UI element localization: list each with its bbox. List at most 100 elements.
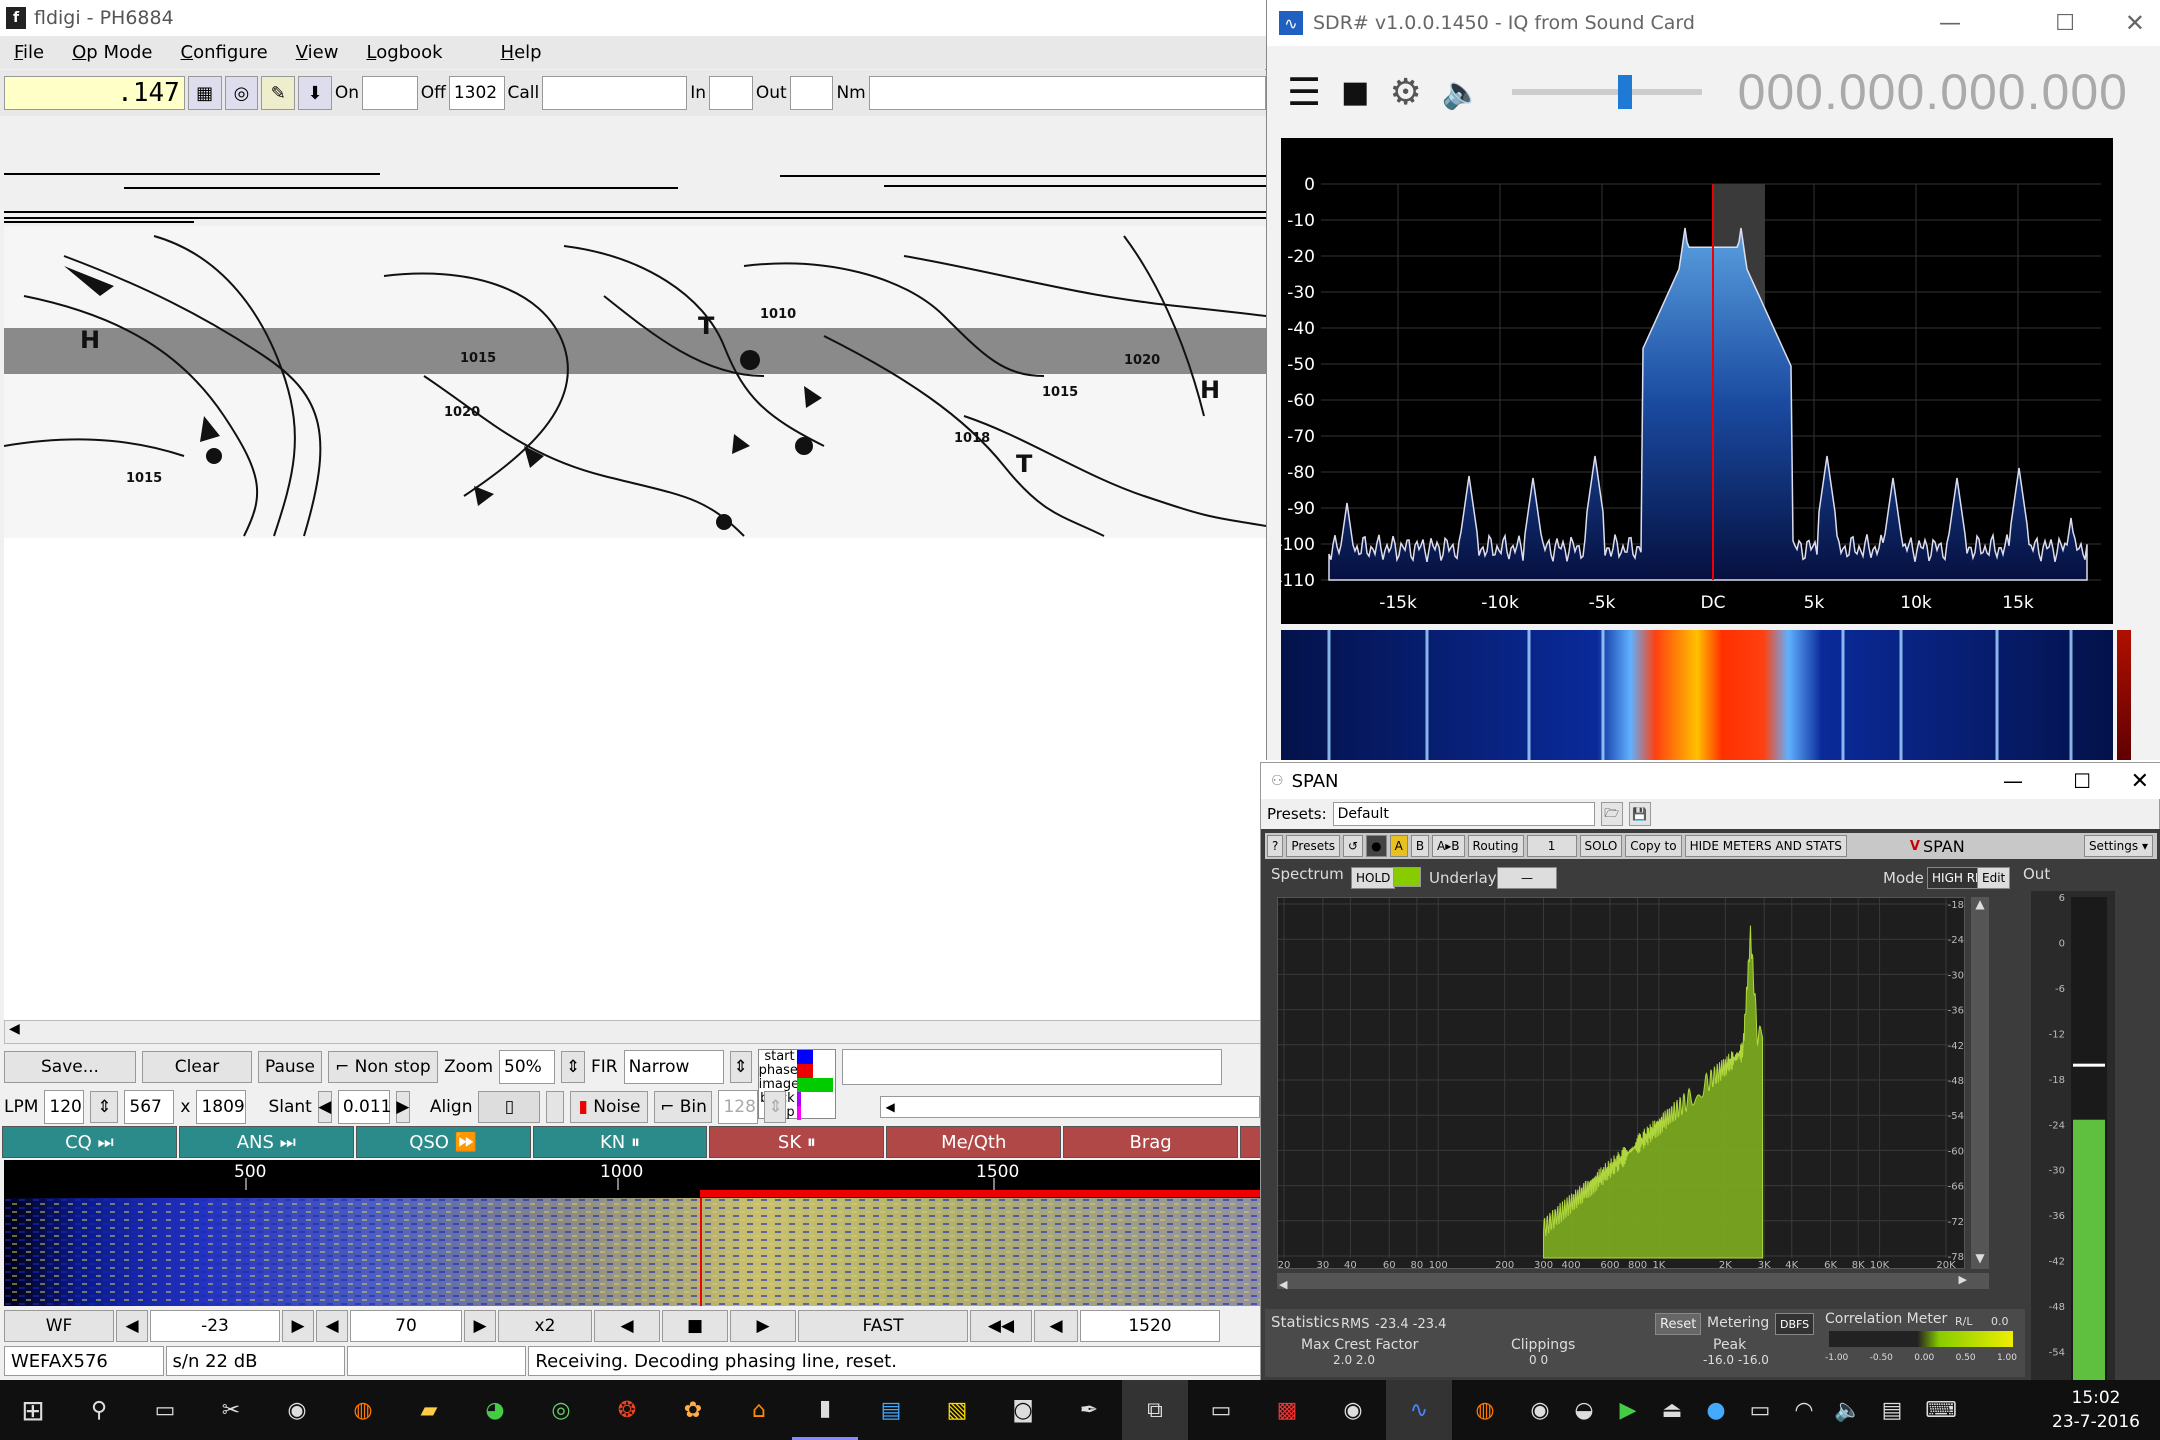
state-a-button[interactable]: A bbox=[1389, 835, 1408, 857]
save-log-icon[interactable]: ⬇ bbox=[298, 76, 332, 110]
tray-sync-icon[interactable]: ● bbox=[1694, 1380, 1738, 1440]
minimize-icon[interactable]: — bbox=[1939, 11, 1961, 36]
save-preset-icon[interactable]: 💾 bbox=[1628, 802, 1651, 826]
routing-button[interactable]: Routing bbox=[1467, 835, 1524, 857]
volume-icon[interactable]: 🔈 bbox=[1826, 1380, 1870, 1440]
span-vertical-scrollbar[interactable]: ▲ ▼ bbox=[1971, 897, 1989, 1269]
scroll-right-icon[interactable]: ▶ bbox=[1959, 1273, 1967, 1286]
frequency-display[interactable]: .147 bbox=[4, 76, 185, 110]
menu-file[interactable]: File bbox=[0, 42, 58, 63]
speaker-icon[interactable]: 🔈 bbox=[1442, 73, 1482, 111]
scroll-left-icon[interactable]: ◀ bbox=[9, 1021, 20, 1037]
volume-slider-thumb[interactable] bbox=[1617, 75, 1632, 109]
task-view-icon[interactable]: ▭ bbox=[132, 1380, 198, 1440]
image-width-field[interactable]: 567 bbox=[124, 1090, 175, 1124]
fir-select[interactable]: Narrow bbox=[623, 1050, 724, 1084]
scroll-down-icon[interactable]: ▼ bbox=[1971, 1251, 1989, 1269]
copy-to-button[interactable]: Copy to bbox=[1625, 835, 1682, 857]
macro-qso-button[interactable]: QSO ⏩ bbox=[355, 1126, 531, 1158]
maximize-icon[interactable]: ☐ bbox=[2073, 769, 2091, 793]
reset-stats-button[interactable]: Reset bbox=[1655, 1313, 1702, 1335]
zoom-stepper-icon[interactable]: ⇕ bbox=[561, 1051, 586, 1083]
solo-button[interactable]: SOLO bbox=[1579, 835, 1623, 857]
group-field[interactable]: 1 bbox=[1526, 835, 1577, 857]
qsy-icon[interactable]: ▦ bbox=[187, 76, 222, 110]
edit-button[interactable]: Edit bbox=[1977, 867, 2011, 889]
clear-button[interactable]: Clear bbox=[142, 1051, 252, 1083]
menu-logbook[interactable]: Logbook bbox=[352, 42, 456, 63]
spectrum-color-swatch[interactable] bbox=[1393, 867, 1421, 887]
slant-right-icon[interactable]: ▶ bbox=[395, 1091, 410, 1123]
wf-mode-button[interactable]: WF bbox=[4, 1310, 114, 1342]
fir-stepper-icon[interactable]: ⇕ bbox=[729, 1051, 752, 1083]
macro-ans-button[interactable]: ANS ⏭ bbox=[178, 1126, 354, 1158]
noise-toggle[interactable]: ▮ Noise bbox=[570, 1091, 649, 1123]
snipping-tool-icon[interactable]: ✂ bbox=[198, 1380, 264, 1440]
image-height-field[interactable]: 1809 bbox=[196, 1090, 247, 1124]
tray-usb-icon[interactable]: ⏏ bbox=[1650, 1380, 1694, 1440]
pause-button[interactable]: Pause bbox=[258, 1051, 322, 1083]
step-back-icon[interactable]: ◀ bbox=[1034, 1310, 1078, 1342]
scroll-left-icon[interactable]: ◀ bbox=[885, 1100, 894, 1114]
rst-out-field[interactable] bbox=[789, 76, 834, 110]
name-field[interactable] bbox=[868, 76, 1267, 110]
menu-configure[interactable]: Configure bbox=[167, 42, 282, 63]
call-field[interactable] bbox=[542, 76, 688, 110]
minimize-icon[interactable]: — bbox=[2003, 769, 2023, 793]
macro-kn-button[interactable]: KN ⏸ bbox=[532, 1126, 708, 1158]
bin-threshold-field[interactable]: 128 bbox=[718, 1090, 759, 1124]
image-horizontal-scrollbar[interactable]: ◀ bbox=[4, 1020, 1266, 1044]
macro-meqth-button[interactable]: Me/Qth bbox=[886, 1126, 1062, 1158]
wifi-icon[interactable]: ◠ bbox=[1782, 1380, 1826, 1440]
chrome-icon[interactable]: ◕ bbox=[462, 1380, 528, 1440]
app-red-icon[interactable]: ▩ bbox=[1254, 1380, 1320, 1440]
app-swirl-icon[interactable]: ❂ bbox=[594, 1380, 660, 1440]
scroll-left-icon[interactable]: ◀ bbox=[1277, 1278, 1287, 1291]
wf-left-icon[interactable]: ◀ bbox=[594, 1310, 660, 1342]
globe-icon[interactable]: ◎ bbox=[224, 76, 259, 110]
sdrsharp-taskbar-icon[interactable]: ∿ bbox=[1386, 1380, 1452, 1440]
stop-icon[interactable]: ■ bbox=[1341, 75, 1369, 110]
wf-zoom-button[interactable]: x2 bbox=[498, 1310, 592, 1342]
lpm-field[interactable]: 120 bbox=[44, 1090, 85, 1124]
ref-up-icon[interactable]: ▶ bbox=[282, 1310, 314, 1342]
tray-app-icon[interactable]: ◒ bbox=[1562, 1380, 1606, 1440]
maximize-icon[interactable]: ☐ bbox=[2055, 11, 2075, 36]
bypass-icon[interactable]: ● bbox=[1366, 835, 1387, 857]
menu-view[interactable]: View bbox=[282, 42, 353, 63]
bin-stepper-icon[interactable]: ⇕ bbox=[764, 1091, 787, 1123]
sstv-icon[interactable]: ▤ bbox=[858, 1380, 924, 1440]
on-time-field[interactable] bbox=[362, 76, 418, 110]
slant-left-icon[interactable]: ◀ bbox=[317, 1091, 332, 1123]
wf-speed-button[interactable]: FAST bbox=[798, 1310, 968, 1342]
broom-icon[interactable]: ✎ bbox=[261, 76, 296, 110]
wf-range-field[interactable]: 70 bbox=[350, 1310, 462, 1342]
macro-sk-button[interactable]: SK ⏸ bbox=[709, 1126, 885, 1158]
app-tv-icon[interactable]: ◙ bbox=[990, 1380, 1056, 1440]
settings-button[interactable]: Settings ▾ bbox=[2083, 835, 2153, 857]
app-network-icon[interactable]: ⧉ bbox=[1122, 1380, 1188, 1440]
frequency-display[interactable]: 000.000.000.000 bbox=[1738, 63, 2128, 121]
keyboard-icon[interactable]: ⌨ bbox=[1914, 1380, 1968, 1440]
off-time-field[interactable]: 1302 bbox=[448, 76, 505, 110]
firefox2-icon[interactable]: ◍ bbox=[1452, 1380, 1518, 1440]
undo-icon[interactable]: ↺ bbox=[1343, 835, 1364, 857]
preset-select[interactable]: Default bbox=[1332, 802, 1595, 826]
close-icon[interactable]: ✕ bbox=[2125, 9, 2145, 37]
align-checkbox[interactable] bbox=[546, 1091, 565, 1123]
span-spectrum-plot[interactable]: -18 -24 -30 -36 -42 -48 -54 -60 -66 -72 -78 20 30 40… bbox=[1277, 897, 1965, 1271]
app-disc2-icon[interactable]: ◉ bbox=[1320, 1380, 1386, 1440]
paint-icon[interactable]: ✿ bbox=[660, 1380, 726, 1440]
range-up-icon[interactable]: ▶ bbox=[464, 1310, 496, 1342]
tray-disc-icon[interactable]: ◉ bbox=[1518, 1380, 1562, 1440]
ref-down-icon[interactable]: ◀ bbox=[116, 1310, 148, 1342]
menu-op-mode[interactable]: Op Mode bbox=[58, 42, 166, 63]
scroll-up-icon[interactable]: ▲ bbox=[1971, 897, 1989, 915]
zoom-field[interactable]: 50% bbox=[499, 1050, 556, 1084]
presets-button[interactable]: Presets bbox=[1286, 835, 1341, 857]
copy-a-to-b-button[interactable]: A▸B bbox=[1432, 835, 1465, 857]
help-button[interactable]: ? bbox=[1267, 835, 1284, 857]
tray-play-icon[interactable]: ▶ bbox=[1606, 1380, 1650, 1440]
hold-button[interactable]: HOLD bbox=[1351, 867, 1396, 889]
close-icon[interactable]: ✕ bbox=[2131, 769, 2149, 794]
